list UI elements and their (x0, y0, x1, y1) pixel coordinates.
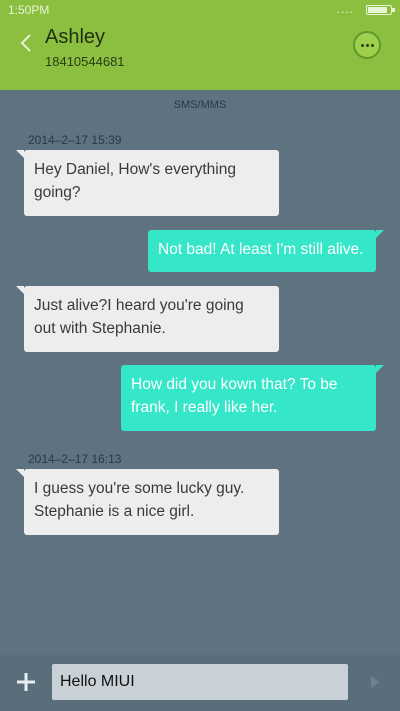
dot-icon (371, 44, 374, 47)
message-timestamp: 2014–2–17 15:39 (28, 133, 122, 147)
outgoing-message-bubble[interactable]: Not bad! At least I'm still alive. (148, 230, 384, 272)
message-timestamp: 2014–2–17 16:13 (28, 452, 122, 466)
message-line: Not bad! At least I'm still alive. (158, 241, 364, 258)
message-type-label: SMS/MMS (173, 99, 227, 111)
contact-number: 18410544681 (45, 54, 125, 69)
dot-icon (361, 44, 364, 47)
status-time: 1:50PM (8, 3, 50, 17)
plus-icon[interactable] (16, 672, 36, 692)
outgoing-message-bubble[interactable]: How did you kown that? To be frank, I re… (121, 365, 384, 431)
message-line: How did you kown that? To be (131, 376, 338, 393)
message-line: I guess you're some lucky guy. (34, 480, 245, 497)
message-line: Hey Daniel, How's everything (34, 161, 236, 178)
message-line: going? (34, 184, 81, 201)
message-line: Stephanie is a nice girl. (34, 503, 195, 520)
compose-bar (0, 655, 400, 711)
message-line: frank, I really like her. (131, 399, 278, 416)
back-arrow-icon[interactable] (18, 30, 38, 56)
message-line: Just alive?I heard you're going (34, 297, 244, 314)
incoming-message-bubble[interactable]: Just alive?I heard you're going out with… (16, 286, 279, 352)
status-bar: 1:50PM .... (0, 0, 400, 20)
battery-icon (366, 5, 395, 15)
incoming-message-bubble[interactable]: I guess you're some lucky guy. Stephanie… (16, 469, 279, 535)
dot-icon (366, 44, 369, 47)
conversation-header: Ashley 18410544681 (0, 20, 400, 90)
signal-icon: .... (336, 2, 354, 16)
more-options-button[interactable] (353, 31, 381, 59)
incoming-message-bubble[interactable]: Hey Daniel, How's everything going? (16, 150, 279, 216)
message-input[interactable] (52, 664, 348, 700)
contact-name: Ashley (45, 26, 106, 48)
message-line: out with Stephanie. (34, 320, 166, 337)
battery-level (368, 7, 387, 13)
send-icon[interactable] (370, 675, 380, 689)
